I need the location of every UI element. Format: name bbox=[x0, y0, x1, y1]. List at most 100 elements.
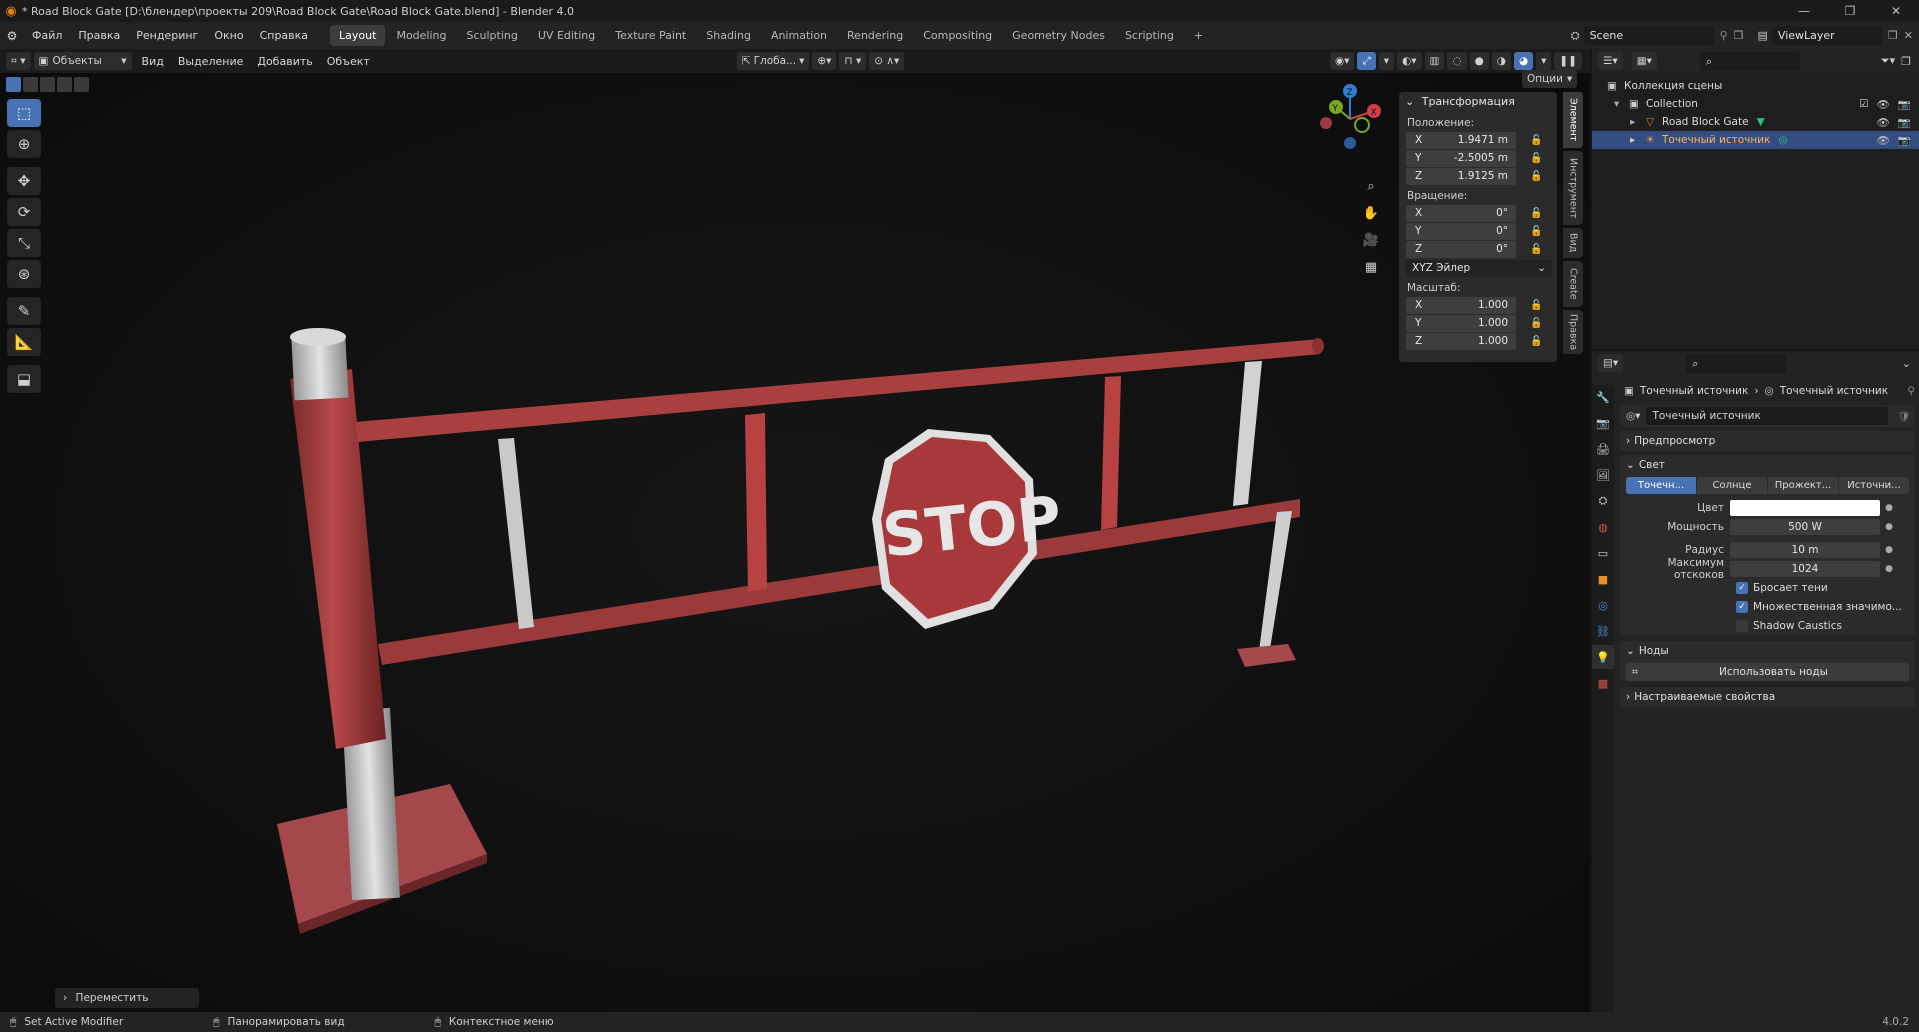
navigation-gizmo[interactable]: Z X Y bbox=[1310, 79, 1390, 159]
rotation-mode-dropdown[interactable]: XYZ Эйлер ⌄ bbox=[1406, 260, 1552, 277]
cast-shadow-checkbox[interactable]: ✓ Бросает тени bbox=[1620, 578, 1915, 597]
rotation-x-field[interactable]: X 0° bbox=[1406, 204, 1516, 222]
custom-properties-section[interactable]: › Настраиваемые свойства bbox=[1620, 687, 1915, 707]
lock-icon[interactable]: 🔓 bbox=[1530, 208, 1550, 219]
location-z-field[interactable]: Z 1.9125 m bbox=[1406, 167, 1516, 185]
new-scene-icon[interactable]: ❐ bbox=[1734, 29, 1744, 42]
menu-edit[interactable]: Правка bbox=[70, 22, 128, 49]
collection-tab-icon[interactable]: ▭ bbox=[1592, 541, 1614, 565]
outliner-row-point-light[interactable]: ▸ ☀ Точечный источник ◎ 👁 📷 bbox=[1592, 131, 1919, 149]
outliner-search-input[interactable]: ⌕ bbox=[1699, 51, 1800, 71]
tab-scripting[interactable]: Scripting bbox=[1116, 25, 1183, 46]
tab-texture-paint[interactable]: Texture Paint bbox=[606, 25, 695, 46]
tab-rendering[interactable]: Rendering bbox=[838, 25, 912, 46]
add-cube-tool-icon[interactable]: ⬓ bbox=[7, 365, 41, 393]
scale-y-field[interactable]: Y 1.000 bbox=[1406, 314, 1516, 332]
eye-icon[interactable]: 👁 bbox=[1877, 98, 1890, 111]
shading-wireframe-icon[interactable]: ◌ bbox=[1447, 52, 1467, 70]
annotate-tool-icon[interactable]: ✎ bbox=[7, 297, 41, 325]
lock-icon[interactable]: 🔓 bbox=[1530, 226, 1550, 237]
remove-view-layer-icon[interactable]: ✕ bbox=[1904, 29, 1913, 42]
gizmo-options-icon[interactable]: ▾ bbox=[1378, 52, 1395, 70]
cursor-tool-icon[interactable]: ⊕ bbox=[7, 130, 41, 158]
rotate-tool-icon[interactable]: ⟳ bbox=[7, 198, 41, 226]
tab-item[interactable]: Элемент bbox=[1563, 92, 1583, 148]
use-nodes-button[interactable]: ⌗ Использовать ноды bbox=[1626, 663, 1909, 681]
tab-geometry-nodes[interactable]: Geometry Nodes bbox=[1003, 25, 1114, 46]
outliner-row-collection[interactable]: ▾ ▣ Collection ☑ 👁 📷 bbox=[1592, 95, 1919, 113]
tab-create[interactable]: Create bbox=[1563, 261, 1583, 307]
scale-z-field[interactable]: Z 1.000 bbox=[1406, 332, 1516, 350]
scene-selector[interactable]: Scene bbox=[1583, 26, 1714, 45]
outliner-row-road-block-gate[interactable]: ▸ ▽ Road Block Gate ▼ 👁 📷 bbox=[1592, 113, 1919, 131]
datablock-selector[interactable]: ◎▾ Точечный источник 🛡 bbox=[1620, 405, 1915, 427]
render-tab-icon[interactable]: 📷 bbox=[1592, 411, 1614, 435]
menu-window[interactable]: Окно bbox=[206, 22, 251, 49]
tab-compositing[interactable]: Compositing bbox=[914, 25, 1001, 46]
outliner-editor-type-icon[interactable]: ☰▾ bbox=[1598, 52, 1623, 70]
chevron-down-icon[interactable]: ⌄ bbox=[1902, 357, 1911, 370]
tab-shading[interactable]: Shading bbox=[697, 25, 760, 46]
datablock-name[interactable]: Точечный источник bbox=[1646, 407, 1888, 425]
snap-icon[interactable]: ⊓ ▾ bbox=[839, 52, 867, 70]
location-y-field[interactable]: Y -2.5005 m bbox=[1406, 149, 1516, 167]
preview-section[interactable]: › Предпросмотр bbox=[1620, 431, 1915, 451]
visibility-icon[interactable]: ◉▾ bbox=[1329, 52, 1355, 70]
light-data-icon[interactable]: ◎ bbox=[1778, 134, 1787, 146]
menu-file[interactable]: Файл bbox=[24, 22, 70, 49]
light-type-sun[interactable]: Солнце bbox=[1697, 477, 1767, 494]
new-view-layer-icon[interactable]: ❐ bbox=[1888, 29, 1898, 42]
nodes-section-header[interactable]: ⌄ Ноды bbox=[1620, 641, 1915, 661]
gizmo-toggle-icon[interactable]: ⤢ bbox=[1357, 52, 1376, 70]
menu-render[interactable]: Рендеринг bbox=[128, 22, 206, 49]
radius-field[interactable]: 10 m bbox=[1730, 541, 1880, 558]
color-swatch[interactable] bbox=[1730, 499, 1880, 516]
perspective-grid-icon[interactable]: ▦ bbox=[1360, 255, 1382, 279]
pin-icon[interactable]: ⚲ bbox=[1720, 29, 1728, 42]
fake-user-icon[interactable]: 🛡 bbox=[1898, 410, 1911, 423]
rotation-y-field[interactable]: Y 0° bbox=[1406, 222, 1516, 240]
tool-tab-icon[interactable]: 🔧 bbox=[1592, 385, 1614, 409]
world-tab-icon[interactable]: ◍ bbox=[1592, 515, 1614, 539]
tab-uv-editing[interactable]: UV Editing bbox=[529, 25, 604, 46]
options-dropdown[interactable]: Опции ▾ bbox=[1522, 70, 1578, 88]
gizmo-neg-x-axis[interactable] bbox=[1320, 117, 1332, 129]
tab-view[interactable]: Вид bbox=[1563, 228, 1583, 258]
light-type-spot[interactable]: Прожект... bbox=[1768, 477, 1838, 494]
measure-tool-icon[interactable]: 📐 bbox=[7, 328, 41, 356]
tab-tool[interactable]: Инструмент bbox=[1563, 151, 1583, 225]
camera-icon[interactable]: 📷 bbox=[1898, 116, 1911, 129]
keyframe-dot-icon[interactable]: ● bbox=[1880, 522, 1898, 532]
3d-viewport[interactable]: STOP ⌗ ▾ ▣ Объекты ▾ Вид Выделение Добав… bbox=[0, 49, 1590, 1012]
lock-icon[interactable]: 🔓 bbox=[1530, 300, 1550, 311]
light-type-area[interactable]: Источни... bbox=[1839, 477, 1909, 494]
lock-icon[interactable]: 🔓 bbox=[1530, 135, 1550, 146]
expand-arrow-icon[interactable]: ▸ bbox=[1630, 116, 1642, 128]
pause-render-icon[interactable]: ❚❚ bbox=[1554, 52, 1582, 70]
select-new-icon[interactable] bbox=[6, 77, 21, 92]
view-layer-tab-icon[interactable]: 🖼 bbox=[1592, 463, 1614, 487]
shading-options-icon[interactable]: ▾ bbox=[1536, 52, 1552, 70]
tab-modeling[interactable]: Modeling bbox=[387, 25, 455, 46]
scale-tool-icon[interactable]: ⤡ bbox=[7, 229, 41, 257]
texture-tab-icon[interactable]: ▩ bbox=[1592, 671, 1614, 695]
select-difference-icon[interactable] bbox=[57, 77, 72, 92]
max-bounces-field[interactable]: 1024 bbox=[1730, 560, 1880, 577]
light-type-point[interactable]: Точечн... bbox=[1626, 477, 1696, 494]
eye-icon[interactable]: 👁 bbox=[1877, 134, 1890, 147]
keyframe-dot-icon[interactable]: ● bbox=[1880, 545, 1898, 555]
camera-icon[interactable]: 📷 bbox=[1898, 98, 1911, 111]
object-tab-icon[interactable]: ■ bbox=[1592, 567, 1614, 591]
expand-arrow-icon[interactable]: ▾ bbox=[1614, 98, 1626, 110]
multiple-importance-checkbox[interactable]: ✓ Множественная значимо... bbox=[1620, 597, 1915, 616]
tab-edit[interactable]: Правка bbox=[1563, 310, 1583, 354]
gizmo-neg-y-axis[interactable] bbox=[1354, 117, 1370, 133]
pivot-point-icon[interactable]: ⊕▾ bbox=[812, 52, 837, 70]
expand-arrow-icon[interactable]: ▸ bbox=[1630, 134, 1642, 146]
tab-layout[interactable]: Layout bbox=[330, 25, 386, 46]
maximize-button[interactable]: ❐ bbox=[1827, 0, 1873, 22]
physics-tab-icon[interactable]: ◎ bbox=[1592, 593, 1614, 617]
rotation-z-field[interactable]: Z 0° bbox=[1406, 240, 1516, 258]
menu-view[interactable]: Вид bbox=[135, 55, 171, 68]
tab-sculpting[interactable]: Sculpting bbox=[458, 25, 527, 46]
